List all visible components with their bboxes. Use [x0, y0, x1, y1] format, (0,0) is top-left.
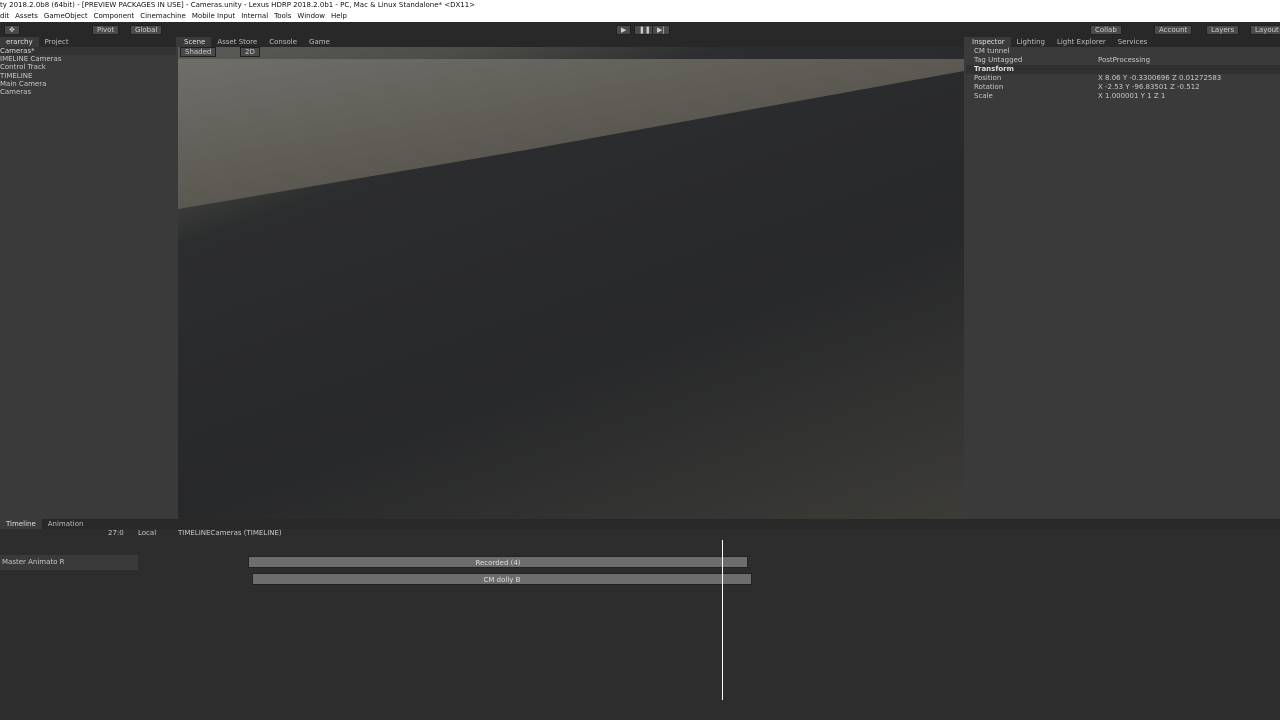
panel-tab[interactable]: erarchy — [0, 37, 39, 47]
account-dropdown[interactable]: Account — [1154, 25, 1193, 35]
menu-item[interactable]: Window — [297, 12, 325, 20]
inspector-label: Transform — [974, 65, 1014, 73]
timeline-playhead[interactable] — [722, 540, 723, 700]
timeline-asset: TIMELINECameras (TIMELINE) — [178, 529, 282, 537]
panel-tab[interactable]: Console — [263, 37, 303, 47]
timeline-clip[interactable]: Recorded (4) — [248, 556, 748, 568]
hierarchy-item[interactable]: Main Camera — [0, 80, 176, 88]
menu-item[interactable]: GameObject — [44, 12, 88, 20]
inspector-row[interactable]: Position X 8.06 Y -0.3300696 Z 0.01272583 — [966, 74, 1280, 83]
inspector-label: Position — [974, 74, 1002, 82]
shading-mode-dropdown[interactable]: Shaded — [180, 47, 217, 57]
2d-toggle[interactable]: 2D — [240, 47, 260, 57]
menu-item[interactable]: Assets — [15, 12, 38, 20]
panel-tab[interactable]: Services — [1112, 37, 1154, 47]
tag-dropdown[interactable]: Untagged — [988, 56, 1022, 64]
panel-tab[interactable]: Animation — [42, 519, 90, 529]
panel-tab[interactable]: Lighting — [1011, 37, 1051, 47]
panel-tab[interactable]: Scene — [178, 37, 212, 47]
hierarchy-item[interactable]: Cameras — [0, 88, 176, 96]
inspector-label: Rotation — [974, 83, 1004, 91]
panel-tab[interactable]: Timeline — [0, 519, 42, 529]
collab-button[interactable]: Collab — [1090, 25, 1122, 35]
main-toolbar: ✥ Pivot Global ▶ ❚❚ ▶| Collab Account La… — [0, 22, 1280, 37]
menu-item[interactable]: Help — [331, 12, 347, 20]
hierarchy-item[interactable]: Control Track — [0, 63, 176, 71]
window-title: ty 2018.2.0b8 (64bit) - [PREVIEW PACKAGE… — [0, 0, 1280, 11]
object-name-field[interactable]: CM tunnel — [966, 47, 1280, 56]
inspector-rows: Transform Position X 8.06 Y -0.3300696 Z 0… — [966, 65, 1280, 101]
hierarchy-panel: Cameras* IMELINE Cameras Control Track TIME… — [0, 47, 176, 529]
inspector-value[interactable]: X 1.000001 Y 1 Z 1 — [1098, 92, 1165, 101]
layers-dropdown[interactable]: Layers — [1206, 25, 1240, 35]
menu-item[interactable]: Tools — [274, 12, 291, 20]
timeline-frame[interactable]: 27:0 — [100, 529, 124, 538]
timeline-panel: Timeline Animation 27:0 Local TIMELINECam… — [0, 519, 1280, 720]
inspector-panel: CM tunnel Tag Untagged PostProcessing Tr… — [966, 47, 1280, 529]
menu-item[interactable]: Mobile Input — [192, 12, 235, 20]
menu-item[interactable]: dit — [0, 12, 9, 20]
menu-bar: dit Assets GameObject Component Cinemachine M… — [0, 11, 1280, 22]
menu-item[interactable]: Cinemachine — [140, 12, 186, 20]
inspector-row: Transform — [966, 65, 1280, 74]
menu-item[interactable]: Component — [94, 12, 135, 20]
panel-tab[interactable]: Asset Store — [211, 37, 263, 47]
global-toggle[interactable]: Global — [130, 25, 163, 35]
scene-view[interactable]: Shaded 2D — [178, 47, 964, 529]
tunnel-wall — [178, 59, 964, 209]
timeline-tabs: Timeline Animation — [0, 519, 1280, 529]
inspector-value[interactable]: X 8.06 Y -0.3300696 Z 0.01272583 — [1098, 74, 1221, 83]
layout-dropdown[interactable]: Layout — [1250, 25, 1280, 35]
panel-tab[interactable]: Project — [39, 37, 75, 47]
tag-layer-row: Tag Untagged PostProcessing — [974, 56, 1151, 65]
pivot-toggle[interactable]: Pivot — [92, 25, 120, 35]
timeline-track[interactable]: Master Animato R — [0, 555, 138, 570]
menu-item[interactable]: Internal — [241, 12, 268, 20]
inspector-row[interactable]: Scale X 1.000001 Y 1 Z 1 — [966, 92, 1280, 101]
hierarchy-item[interactable]: Cameras* — [0, 47, 176, 56]
object-name: CM tunnel — [974, 47, 1010, 55]
inspector-value[interactable]: X -2.53 Y -96.83501 Z -0.512 — [1098, 83, 1200, 92]
panel-tab[interactable]: Light Explorer — [1051, 37, 1112, 47]
step-button[interactable]: ▶| — [652, 25, 670, 35]
scene-tabs: Scene Asset Store Console Game — [178, 37, 964, 47]
inspector-tabs: Inspector Lighting Light Explorer Services — [966, 37, 1280, 47]
inspector-row[interactable]: Rotation X -2.53 Y -96.83501 Z -0.512 — [966, 83, 1280, 92]
play-button[interactable]: ▶ — [616, 25, 632, 35]
panel-tab[interactable]: Inspector — [966, 37, 1011, 47]
timeline-clip[interactable]: CM dolly B — [252, 573, 752, 585]
inspector-label: Scale — [974, 92, 993, 100]
layer-dropdown[interactable]: PostProcessing — [1098, 56, 1150, 65]
hierarchy-item[interactable]: IMELINE Cameras — [0, 55, 176, 63]
timeline-mode[interactable]: Local — [130, 529, 156, 538]
hierarchy-item[interactable]: TIMELINE — [0, 72, 176, 80]
hand-tool-button[interactable]: ✥ — [4, 25, 20, 35]
panel-tab[interactable]: Game — [303, 37, 336, 47]
hierarchy-tabs: erarchy Project — [0, 37, 176, 47]
